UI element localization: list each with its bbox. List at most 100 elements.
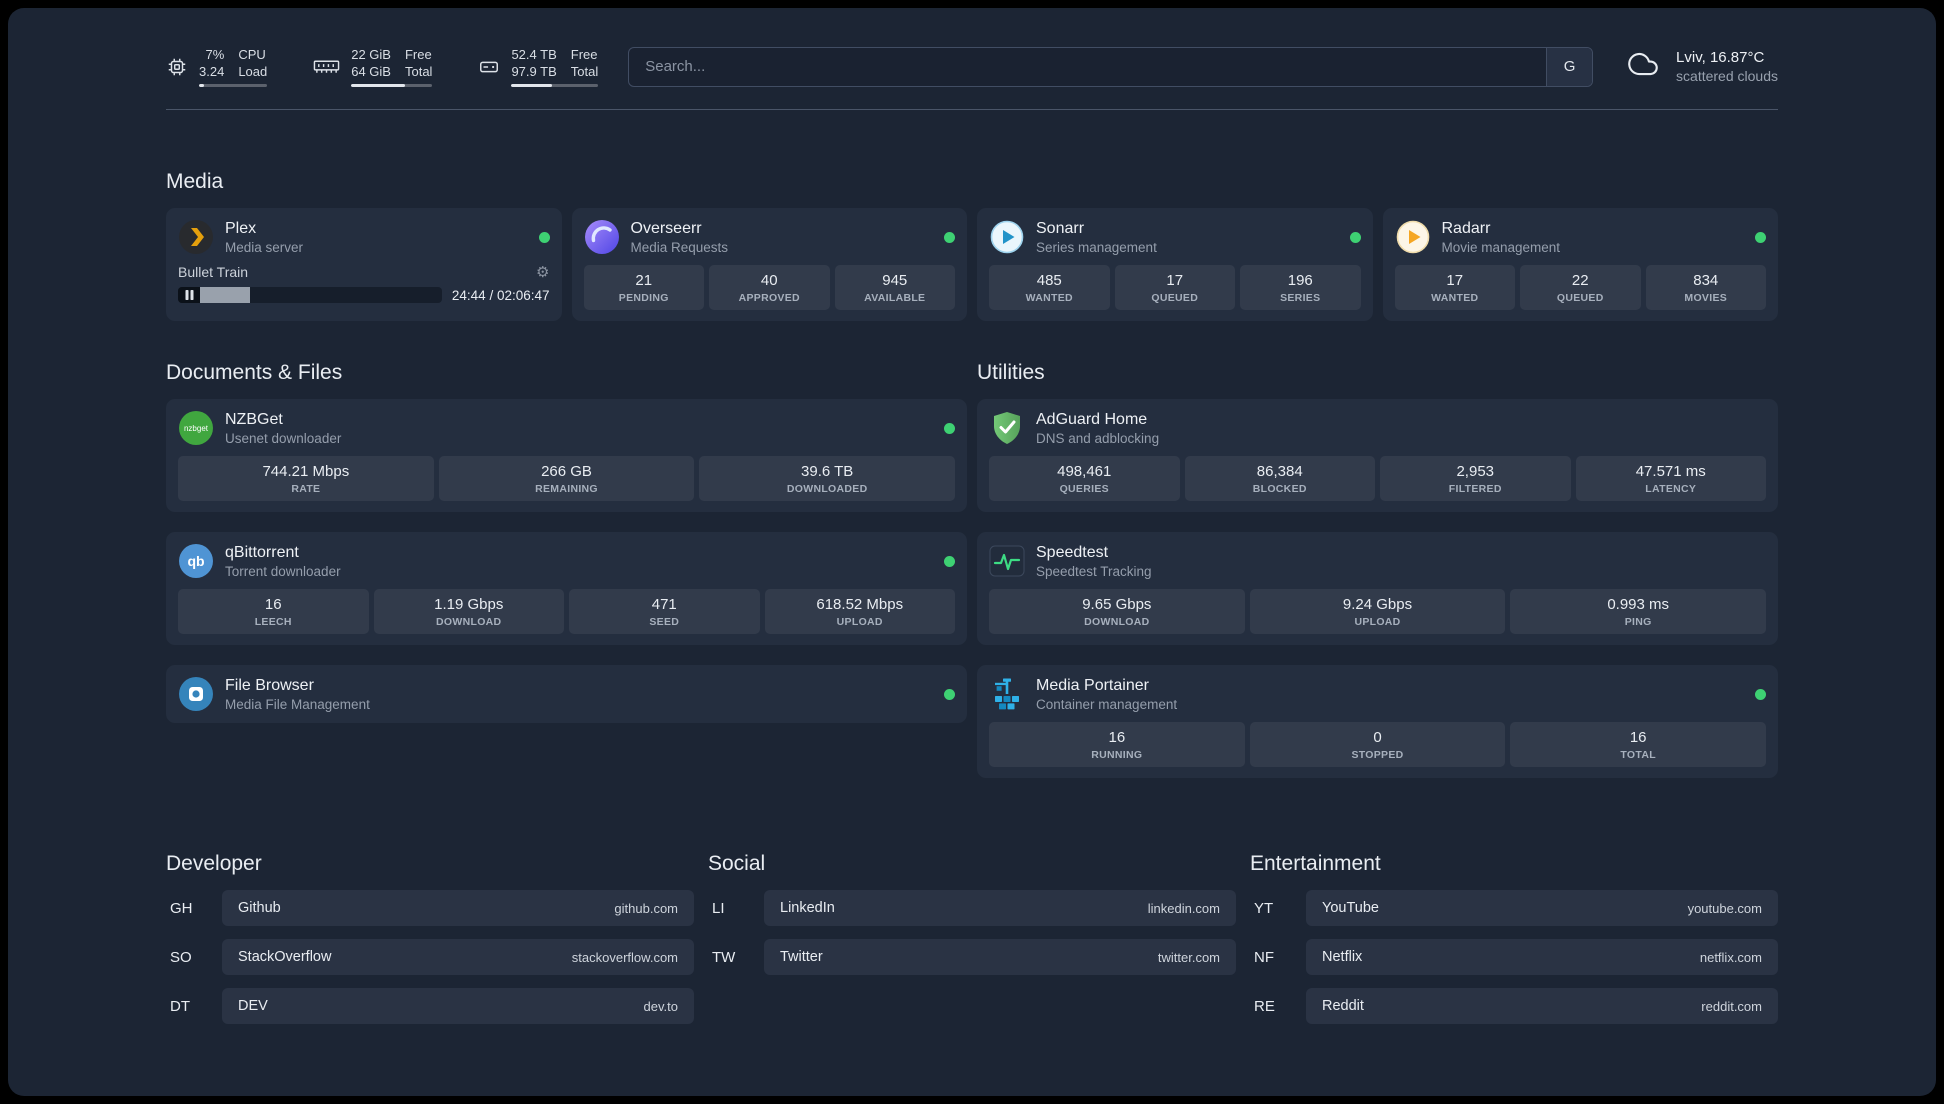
cpu-value-top: 7% <box>205 47 225 62</box>
section-title-social: Social <box>708 852 766 875</box>
radarr-icon <box>1395 219 1431 255</box>
cpu-label-top: CPU <box>238 47 266 62</box>
filebrowser-icon <box>178 676 214 712</box>
search-provider-button[interactable]: G <box>1546 47 1593 86</box>
memory-label-bottom: Total <box>404 64 433 79</box>
bookmark-abbr: GH <box>170 899 193 917</box>
disk-value-top: 52.4 TB <box>511 47 557 62</box>
topbar-divider <box>166 109 1778 110</box>
portainer-icon <box>989 676 1025 712</box>
bookmark-reddit: RE Reddit reddit.com <box>1250 988 1778 1024</box>
stat-block: 266 GB REMAINING <box>438 456 695 501</box>
bookmark-abbr: RE <box>1254 997 1275 1015</box>
stat-block: 21 PENDING <box>583 265 704 310</box>
playback-progress-bar[interactable] <box>178 287 442 303</box>
stat-block: 47.571 ms LATENCY <box>1575 456 1766 501</box>
section-title-media: Media <box>166 170 224 193</box>
bookmark-twitter: TW Twitter twitter.com <box>708 939 1236 975</box>
service-name: qBittorrent <box>225 544 299 561</box>
bookmark-dev: DT DEV dev.to <box>166 988 694 1024</box>
stat-block: 744.21 Mbps RATE <box>178 456 434 501</box>
stat-block: 471 SEED <box>569 589 760 634</box>
bookmark-link-reddit[interactable]: Reddit reddit.com <box>1306 988 1778 1024</box>
sonarr-icon <box>989 219 1025 255</box>
service-card-qbittorrent[interactable]: qb qBittorrent Torrent downloader 16 LEEC… <box>166 532 967 645</box>
stat-block: 0.993 ms PING <box>1510 589 1767 634</box>
service-card-sonarr[interactable]: Sonarr Series management 485 WANTED 17 QUE… <box>977 208 1373 321</box>
cpu-value-bottom: 3.24 <box>199 64 225 79</box>
playback-time: 24:44 / 02:06:47 <box>451 287 550 303</box>
search-input[interactable] <box>629 47 1547 86</box>
cpu-widget: 7% 3.24 CPU Load <box>166 46 268 87</box>
stat-block: 0 STOPPED <box>1249 722 1506 767</box>
bookmark-group-entertainment: Entertainment YT YouTube youtube.com NF … <box>1250 852 1778 1037</box>
resource-widgets: 7% 3.24 CPU Load 22 GiB 64 GiB Free Tota… <box>166 46 599 87</box>
status-dot <box>1755 231 1766 243</box>
bookmark-abbr: DT <box>170 997 190 1015</box>
service-card-speedtest[interactable]: Speedtest Speedtest Tracking 9.65 Gbps DO… <box>977 532 1778 645</box>
service-name: File Browser <box>225 677 314 694</box>
section-utilities: Utilities AdGuard Home DNS and adblockin… <box>977 361 1778 778</box>
dashboard-panel: 7% 3.24 CPU Load 22 GiB 64 GiB Free Tota… <box>8 8 1936 1096</box>
bookmark-abbr: NF <box>1254 948 1274 966</box>
stat-block: 2,953 FILTERED <box>1380 456 1571 501</box>
disk-icon <box>478 56 500 78</box>
service-name: NZBGet <box>225 411 283 428</box>
pause-icon[interactable] <box>178 287 200 303</box>
memory-icon <box>313 58 340 76</box>
status-dot <box>944 555 955 567</box>
service-name: Overseerr <box>630 220 702 237</box>
service-card-overseerr[interactable]: Overseerr Media Requests 21 PENDING 40 APP… <box>571 208 967 321</box>
stat-block: 39.6 TB DOWNLOADED <box>699 456 956 501</box>
bookmark-group-social: Social LI LinkedIn linkedin.com TW Twitt… <box>708 852 1236 988</box>
stat-block: 17 WANTED <box>1394 265 1515 310</box>
bookmark-stackoverflow: SO StackOverflow stackoverflow.com <box>166 939 694 975</box>
bookmark-github: GH Github github.com <box>166 890 694 926</box>
service-desc: Movie management <box>1441 240 1561 255</box>
bookmark-link-twitter[interactable]: Twitter twitter.com <box>764 939 1236 975</box>
nzbget-icon: nzbget <box>178 410 214 446</box>
cpu-icon <box>166 56 188 78</box>
service-card-portainer[interactable]: Media Portainer Container management 16 R… <box>977 665 1778 778</box>
qbittorrent-icon: qb <box>178 543 214 579</box>
service-card-nzbget[interactable]: nzbget NZBGet Usenet downloader 744.21 M… <box>166 399 967 512</box>
status-dot <box>944 422 955 434</box>
disk-label-bottom: Total <box>570 64 599 79</box>
bookmark-youtube: YT YouTube youtube.com <box>1250 890 1778 926</box>
cpu-usage-bar <box>199 84 268 87</box>
stat-block: 16 RUNNING <box>989 722 1245 767</box>
svg-text:qb: qb <box>187 553 204 569</box>
service-name: AdGuard Home <box>1036 411 1148 428</box>
svg-text:nzbget: nzbget <box>184 424 209 433</box>
weather-condition: scattered clouds <box>1676 68 1778 84</box>
bookmark-link-github[interactable]: Github github.com <box>222 890 694 926</box>
stat-block: 22 QUEUED <box>1520 265 1641 310</box>
service-name: Media Portainer <box>1036 677 1149 694</box>
stat-block: 945 AVAILABLE <box>834 265 955 310</box>
section-media: Media Plex Media server Bullet Train ⚙ 2… <box>166 170 1778 321</box>
status-dot <box>944 231 955 243</box>
service-desc: Speedtest Tracking <box>1036 564 1152 579</box>
adguard-icon <box>989 410 1025 446</box>
service-card-filebrowser[interactable]: File Browser Media File Management <box>166 665 967 723</box>
bookmark-link-youtube[interactable]: YouTube youtube.com <box>1306 890 1778 926</box>
service-card-radarr[interactable]: Radarr Movie management 17 WANTED 22 QUEUE… <box>1382 208 1778 321</box>
stat-block: 9.65 Gbps DOWNLOAD <box>989 589 1245 634</box>
service-desc: Series management <box>1036 240 1157 255</box>
bookmark-link-stackoverflow[interactable]: StackOverflow stackoverflow.com <box>222 939 694 975</box>
service-desc: Media Requests <box>630 240 729 255</box>
status-dot <box>538 231 550 243</box>
bookmark-link-dev[interactable]: DEV dev.to <box>222 988 694 1024</box>
service-name: Speedtest <box>1036 544 1109 561</box>
stat-block: 86,384 BLOCKED <box>1184 456 1375 501</box>
bookmark-link-netflix[interactable]: Netflix netflix.com <box>1306 939 1778 975</box>
disk-widget: 52.4 TB 97.9 TB Free Total <box>478 46 599 87</box>
settings-gear-icon[interactable]: ⚙ <box>536 265 549 280</box>
bookmark-link-linkedin[interactable]: LinkedIn linkedin.com <box>764 890 1236 926</box>
bookmark-abbr: SO <box>170 948 192 966</box>
stat-block: 1.19 Gbps DOWNLOAD <box>373 589 564 634</box>
bookmark-group-developer: Developer GH Github github.com SO StackO… <box>166 852 694 1037</box>
service-card-plex[interactable]: Plex Media server Bullet Train ⚙ 24:44 /… <box>166 208 562 321</box>
section-title-utilities: Utilities <box>977 361 1045 384</box>
service-card-adguard[interactable]: AdGuard Home DNS and adblocking 498,461 Q… <box>977 399 1778 512</box>
